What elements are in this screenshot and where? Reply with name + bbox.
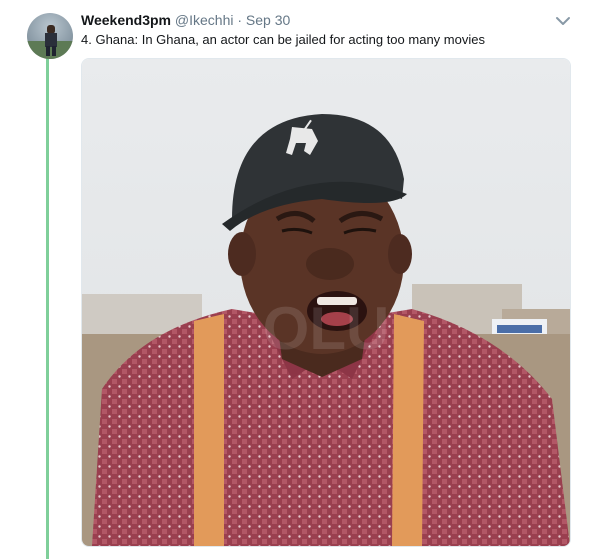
- user-avatar[interactable]: [27, 13, 73, 59]
- display-name[interactable]: Weekend3pm: [81, 12, 171, 28]
- user-handle[interactable]: @Ikechhi: [175, 12, 234, 28]
- chevron-down-icon[interactable]: [554, 14, 572, 28]
- timestamp[interactable]: Sep 30: [246, 12, 290, 28]
- separator-dot: ·: [237, 12, 243, 28]
- tweet-text: 4. Ghana: In Ghana, an actor can be jail…: [81, 32, 485, 47]
- tweet-media-image[interactable]: OLU: [81, 58, 571, 547]
- tweet-header: Weekend3pm @Ikechhi · Sep 30: [81, 11, 560, 29]
- media-watermark: OLU: [263, 295, 390, 362]
- thread-line: [46, 58, 49, 559]
